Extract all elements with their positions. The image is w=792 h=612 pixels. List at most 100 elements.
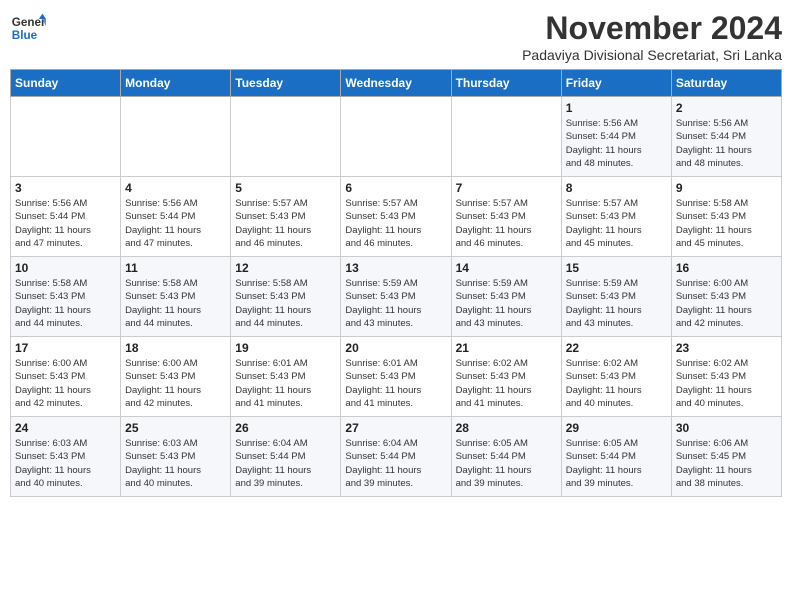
day-info: Sunrise: 6:00 AM Sunset: 5:43 PM Dayligh… [15,357,116,410]
calendar-cell: 24 Sunrise: 6:03 AM Sunset: 5:43 PM Dayli… [11,417,121,497]
day-number: 4 [125,181,226,195]
calendar-cell: 15 Sunrise: 5:59 AM Sunset: 5:43 PM Dayli… [561,257,671,337]
day-info: Sunrise: 6:04 AM Sunset: 5:44 PM Dayligh… [235,437,336,490]
day-info: Sunrise: 5:57 AM Sunset: 5:43 PM Dayligh… [566,197,667,250]
day-info: Sunrise: 5:58 AM Sunset: 5:43 PM Dayligh… [676,197,777,250]
day-number: 5 [235,181,336,195]
calendar-cell: 12Sunrise: 5:58 AM Sunset: 5:43 PM Dayli… [231,257,341,337]
day-info: Sunrise: 6:03 AM Sunset: 5:43 PM Dayligh… [125,437,226,490]
calendar-week-5: 24 Sunrise: 6:03 AM Sunset: 5:43 PM Dayli… [11,417,782,497]
day-info: Sunrise: 6:04 AM Sunset: 5:44 PM Dayligh… [345,437,446,490]
day-info: Sunrise: 5:58 AM Sunset: 5:43 PM Dayligh… [235,277,336,330]
day-number: 22 [566,341,667,355]
day-info: Sunrise: 6:03 AM Sunset: 5:43 PM Dayligh… [15,437,116,490]
col-sunday: Sunday [11,70,121,97]
calendar-cell: 9 Sunrise: 5:58 AM Sunset: 5:43 PM Daylig… [671,177,781,257]
calendar-cell: 19Sunrise: 6:01 AM Sunset: 5:43 PM Dayli… [231,337,341,417]
calendar-table: Sunday Monday Tuesday Wednesday Thursday… [10,69,782,497]
day-info: Sunrise: 5:59 AM Sunset: 5:43 PM Dayligh… [566,277,667,330]
day-number: 20 [345,341,446,355]
day-info: Sunrise: 6:05 AM Sunset: 5:44 PM Dayligh… [456,437,557,490]
calendar-cell [11,97,121,177]
calendar-cell: 1Sunrise: 5:56 AM Sunset: 5:44 PM Daylig… [561,97,671,177]
day-number: 25 [125,421,226,435]
day-info: Sunrise: 6:01 AM Sunset: 5:43 PM Dayligh… [235,357,336,410]
day-info: Sunrise: 6:01 AM Sunset: 5:43 PM Dayligh… [345,357,446,410]
day-number: 11 [125,261,226,275]
calendar-cell: 6 Sunrise: 5:57 AM Sunset: 5:43 PM Daylig… [341,177,451,257]
page-header: General Blue November 2024 Padaviya Divi… [10,10,782,63]
day-info: Sunrise: 6:02 AM Sunset: 5:43 PM Dayligh… [676,357,777,410]
calendar-cell: 22 Sunrise: 6:02 AM Sunset: 5:43 PM Dayli… [561,337,671,417]
calendar-cell: 4 Sunrise: 5:56 AM Sunset: 5:44 PM Daylig… [121,177,231,257]
day-number: 14 [456,261,557,275]
svg-text:Blue: Blue [12,29,38,42]
calendar-cell [341,97,451,177]
col-saturday: Saturday [671,70,781,97]
calendar-cell: 21 Sunrise: 6:02 AM Sunset: 5:43 PM Dayli… [451,337,561,417]
calendar-cell: 17 Sunrise: 6:00 AM Sunset: 5:43 PM Dayli… [11,337,121,417]
day-number: 9 [676,181,777,195]
day-number: 10 [15,261,116,275]
day-info: Sunrise: 5:58 AM Sunset: 5:43 PM Dayligh… [15,277,116,330]
col-thursday: Thursday [451,70,561,97]
day-number: 2 [676,101,777,115]
calendar-cell: 20 Sunrise: 6:01 AM Sunset: 5:43 PM Dayli… [341,337,451,417]
calendar-cell: 11 Sunrise: 5:58 AM Sunset: 5:43 PM Dayli… [121,257,231,337]
day-number: 7 [456,181,557,195]
day-info: Sunrise: 5:56 AM Sunset: 5:44 PM Dayligh… [125,197,226,250]
day-info: Sunrise: 6:02 AM Sunset: 5:43 PM Dayligh… [566,357,667,410]
day-number: 21 [456,341,557,355]
day-info: Sunrise: 6:02 AM Sunset: 5:43 PM Dayligh… [456,357,557,410]
calendar-cell: 10 Sunrise: 5:58 AM Sunset: 5:43 PM Dayli… [11,257,121,337]
calendar-cell: 3 Sunrise: 5:56 AM Sunset: 5:44 PM Daylig… [11,177,121,257]
day-info: Sunrise: 6:05 AM Sunset: 5:44 PM Dayligh… [566,437,667,490]
subtitle: Padaviya Divisional Secretariat, Sri Lan… [522,47,782,63]
day-info: Sunrise: 5:56 AM Sunset: 5:44 PM Dayligh… [676,117,777,170]
calendar-cell [451,97,561,177]
calendar-cell [121,97,231,177]
day-number: 28 [456,421,557,435]
calendar-cell: 27 Sunrise: 6:04 AM Sunset: 5:44 PM Dayli… [341,417,451,497]
day-info: Sunrise: 5:58 AM Sunset: 5:43 PM Dayligh… [125,277,226,330]
col-monday: Monday [121,70,231,97]
day-info: Sunrise: 6:00 AM Sunset: 5:43 PM Dayligh… [676,277,777,330]
day-number: 13 [345,261,446,275]
calendar-cell: 29 Sunrise: 6:05 AM Sunset: 5:44 PM Dayli… [561,417,671,497]
calendar-cell: 13 Sunrise: 5:59 AM Sunset: 5:43 PM Dayli… [341,257,451,337]
calendar-week-1: 1Sunrise: 5:56 AM Sunset: 5:44 PM Daylig… [11,97,782,177]
day-number: 3 [15,181,116,195]
day-number: 24 [15,421,116,435]
calendar-week-3: 10 Sunrise: 5:58 AM Sunset: 5:43 PM Dayli… [11,257,782,337]
calendar-cell [231,97,341,177]
calendar-cell: 26 Sunrise: 6:04 AM Sunset: 5:44 PM Dayli… [231,417,341,497]
day-info: Sunrise: 5:57 AM Sunset: 5:43 PM Dayligh… [235,197,336,250]
logo-icon: General Blue [10,10,46,46]
day-number: 15 [566,261,667,275]
calendar-cell: 25 Sunrise: 6:03 AM Sunset: 5:43 PM Dayli… [121,417,231,497]
day-number: 8 [566,181,667,195]
logo: General Blue [10,10,46,46]
calendar-cell: 14Sunrise: 5:59 AM Sunset: 5:43 PM Dayli… [451,257,561,337]
day-number: 29 [566,421,667,435]
calendar-cell: 2 Sunrise: 5:56 AM Sunset: 5:44 PM Daylig… [671,97,781,177]
day-info: Sunrise: 5:59 AM Sunset: 5:43 PM Dayligh… [345,277,446,330]
day-number: 26 [235,421,336,435]
day-number: 17 [15,341,116,355]
month-title: November 2024 [522,10,782,47]
calendar-week-2: 3 Sunrise: 5:56 AM Sunset: 5:44 PM Daylig… [11,177,782,257]
day-number: 18 [125,341,226,355]
day-info: Sunrise: 6:06 AM Sunset: 5:45 PM Dayligh… [676,437,777,490]
day-number: 6 [345,181,446,195]
calendar-cell: 23Sunrise: 6:02 AM Sunset: 5:43 PM Dayli… [671,337,781,417]
day-info: Sunrise: 5:56 AM Sunset: 5:44 PM Dayligh… [15,197,116,250]
day-info: Sunrise: 5:56 AM Sunset: 5:44 PM Dayligh… [566,117,667,170]
day-number: 27 [345,421,446,435]
day-info: Sunrise: 5:57 AM Sunset: 5:43 PM Dayligh… [456,197,557,250]
calendar-cell: 8 Sunrise: 5:57 AM Sunset: 5:43 PM Daylig… [561,177,671,257]
title-area: November 2024 Padaviya Divisional Secret… [522,10,782,63]
day-info: Sunrise: 5:57 AM Sunset: 5:43 PM Dayligh… [345,197,446,250]
calendar-cell: 28 Sunrise: 6:05 AM Sunset: 5:44 PM Dayli… [451,417,561,497]
col-wednesday: Wednesday [341,70,451,97]
calendar-week-4: 17 Sunrise: 6:00 AM Sunset: 5:43 PM Dayli… [11,337,782,417]
